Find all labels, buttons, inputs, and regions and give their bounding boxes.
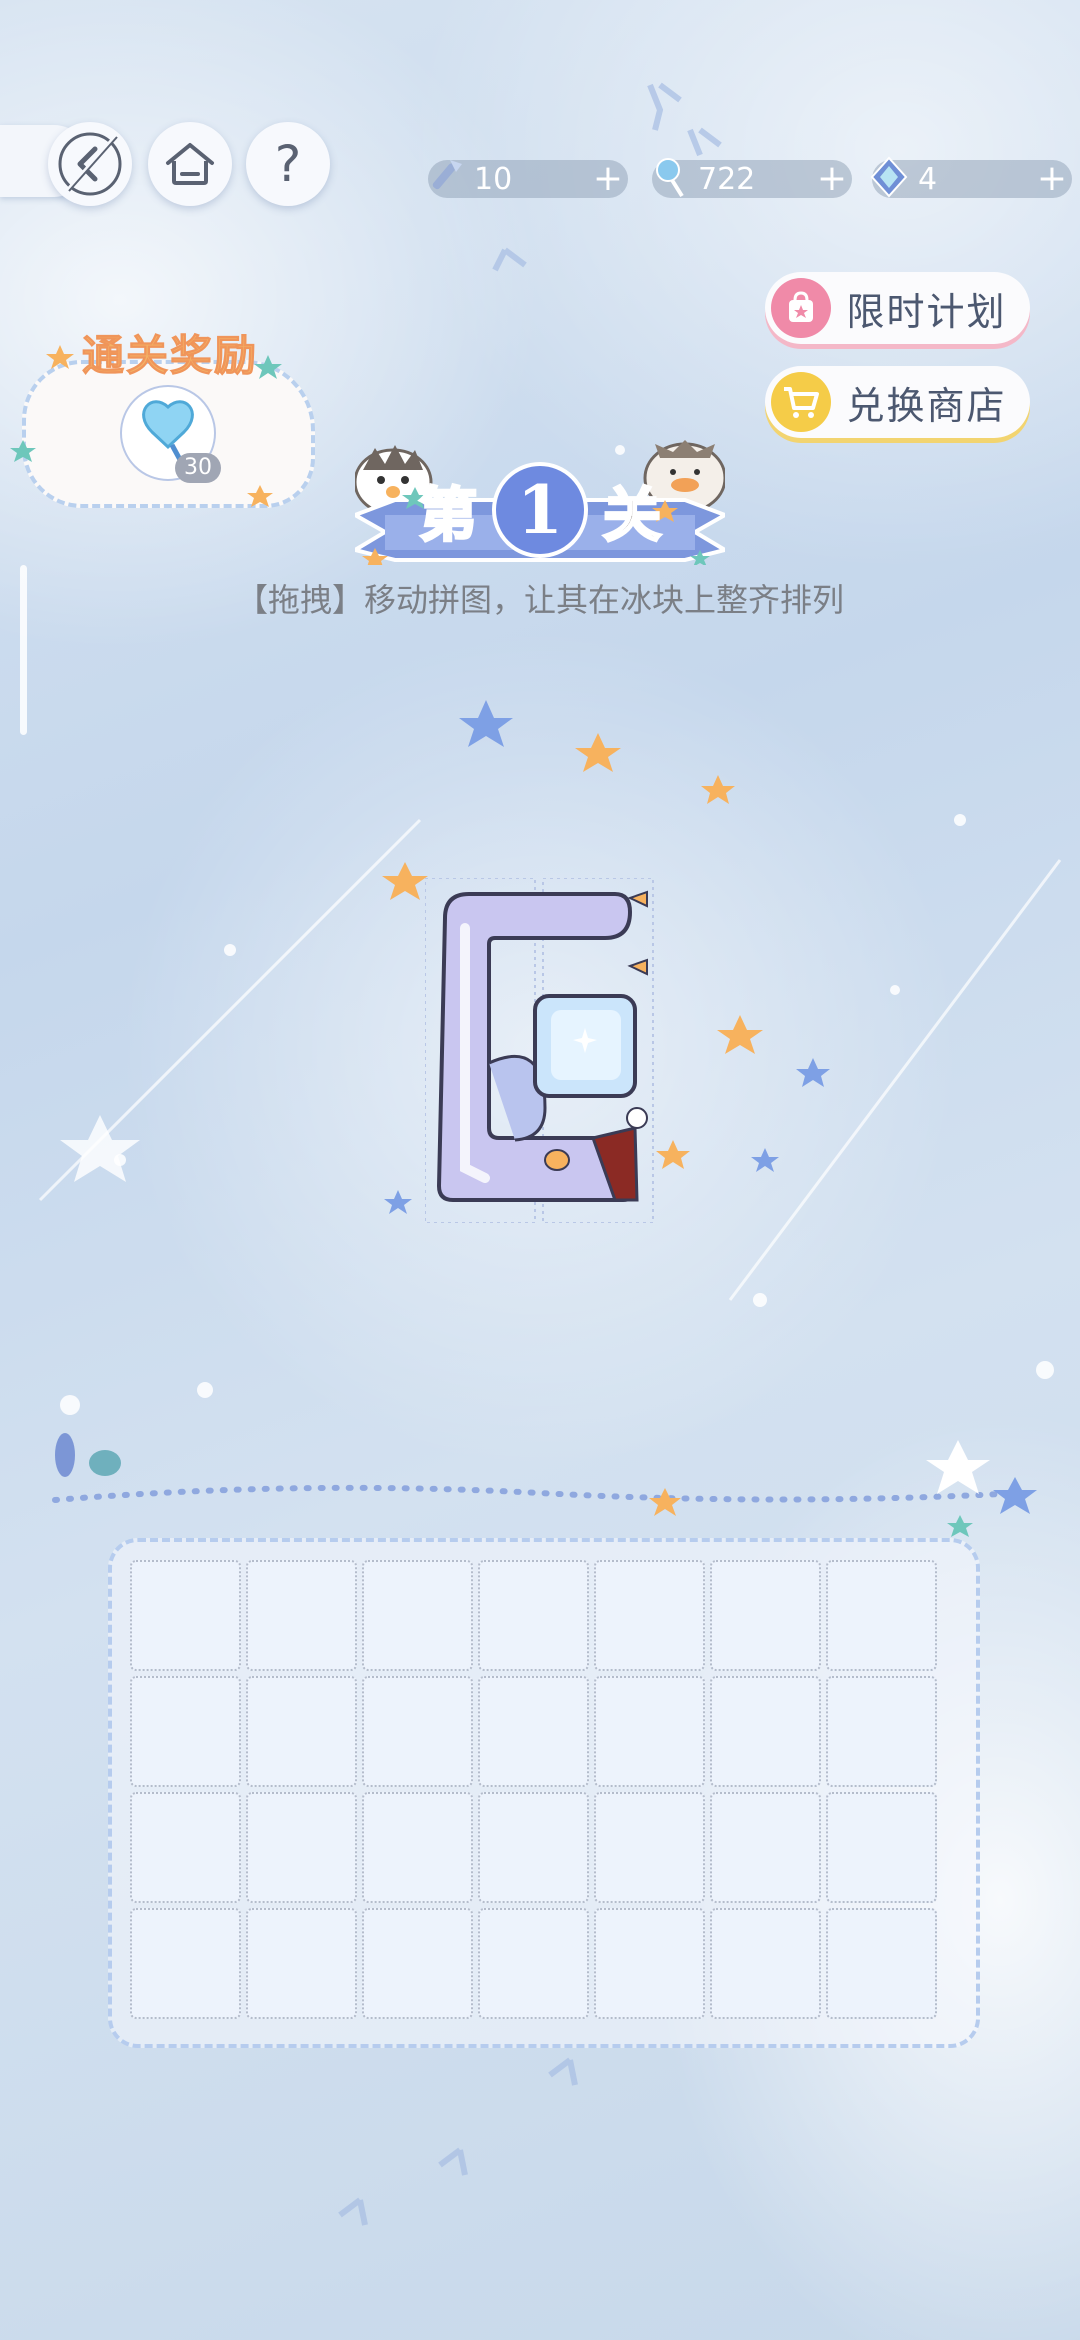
- level-number: 1: [517, 471, 563, 549]
- ice-cell[interactable]: [362, 1560, 473, 1671]
- ice-cell[interactable]: [710, 1560, 821, 1671]
- ice-cell[interactable]: [594, 1908, 705, 2019]
- ice-cell[interactable]: [594, 1676, 705, 1787]
- add-crystal-button[interactable]: +: [1032, 160, 1072, 198]
- level-prefix: 第: [417, 480, 478, 551]
- ice-cell[interactable]: [478, 1676, 589, 1787]
- home-icon: [166, 143, 214, 185]
- help-button[interactable]: ?: [246, 122, 330, 206]
- ice-cell[interactable]: [478, 1908, 589, 2019]
- crystal-icon: [870, 156, 908, 198]
- currency-crystal: 4 +: [870, 156, 1072, 198]
- puzzle-piece-penguin[interactable]: [425, 878, 655, 1223]
- currency-ice-pick: 10 +: [428, 160, 628, 198]
- ice-cell[interactable]: [130, 1908, 241, 2019]
- ice-cell[interactable]: [478, 1792, 589, 1903]
- lollipop-count: 722: [698, 161, 756, 197]
- ice-cell[interactable]: [246, 1676, 357, 1787]
- exchange-shop-button[interactable]: 兑换商店: [765, 366, 1030, 438]
- currency-lollipop: 722 +: [652, 158, 852, 198]
- limited-plan-button[interactable]: 限时计划: [765, 272, 1030, 344]
- level-suffix: 关: [601, 480, 662, 551]
- ice-pick-count: 10: [474, 161, 513, 197]
- ice-cell[interactable]: [362, 1908, 473, 2019]
- level-title: 第 1 关: [355, 470, 725, 551]
- ice-cell[interactable]: [826, 1908, 937, 2019]
- ice-pick-icon: [432, 160, 462, 190]
- crystal-count: 4: [918, 161, 938, 197]
- ice-cell[interactable]: [478, 1560, 589, 1671]
- ice-cell[interactable]: [362, 1676, 473, 1787]
- reward-count-badge: 30: [175, 453, 221, 483]
- ice-cell[interactable]: [710, 1792, 821, 1903]
- ice-grid-board: [108, 1538, 980, 2048]
- level-instruction: 【拖拽】移动拼图，让其在冰块上整齐排列: [235, 581, 844, 619]
- ice-cell[interactable]: [826, 1792, 937, 1903]
- home-button[interactable]: [148, 122, 232, 206]
- back-arrow-icon: [58, 132, 122, 196]
- ice-cell[interactable]: [362, 1792, 473, 1903]
- ice-cell[interactable]: [130, 1676, 241, 1787]
- gift-bag-icon: [771, 278, 831, 338]
- ice-grid: [130, 1560, 937, 2019]
- shopping-cart-icon: [771, 372, 831, 432]
- help-label: ?: [274, 135, 302, 193]
- ice-cell[interactable]: [130, 1792, 241, 1903]
- ice-cell[interactable]: [594, 1560, 705, 1671]
- back-button[interactable]: [48, 122, 132, 206]
- exchange-shop-label: 兑换商店: [846, 383, 1007, 428]
- add-ice-pick-button[interactable]: +: [588, 160, 628, 198]
- limited-plan-label: 限时计划: [846, 289, 1007, 334]
- reward-title: 通关奖励: [81, 331, 258, 381]
- ice-cell[interactable]: [246, 1908, 357, 2019]
- ice-cell[interactable]: [594, 1792, 705, 1903]
- ice-cell[interactable]: [130, 1560, 241, 1671]
- lollipop-icon: [656, 158, 684, 198]
- ice-cell[interactable]: [246, 1792, 357, 1903]
- ice-cell[interactable]: [826, 1560, 937, 1671]
- ice-cell[interactable]: [826, 1676, 937, 1787]
- ice-cell[interactable]: [710, 1676, 821, 1787]
- ice-cell[interactable]: [710, 1908, 821, 2019]
- add-lollipop-button[interactable]: +: [812, 160, 852, 198]
- ice-cell[interactable]: [246, 1560, 357, 1671]
